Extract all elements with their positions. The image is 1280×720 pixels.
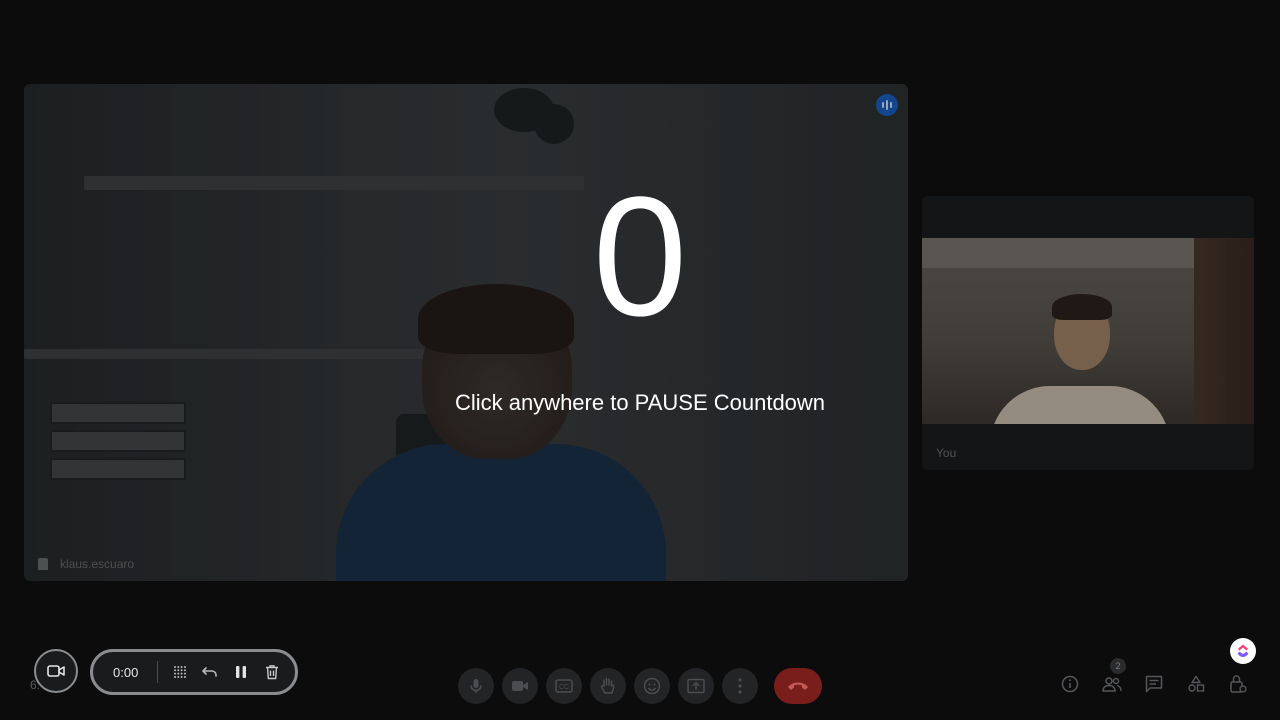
present-button[interactable] — [678, 668, 714, 704]
undo-button[interactable] — [202, 664, 218, 680]
self-body — [990, 386, 1170, 424]
side-panel-controls — [1058, 672, 1250, 696]
countdown-number[interactable]: 0 — [540, 172, 740, 342]
meeting-stage[interactable]: klaus.escuaro You 0 Click anywhere to PA… — [0, 0, 1280, 720]
meeting-info-button[interactable] — [1058, 672, 1082, 696]
speaking-icon — [876, 94, 898, 116]
emoji-button[interactable] — [634, 668, 670, 704]
video-dim — [24, 84, 908, 581]
countdown-hint[interactable]: Click anywhere to PAUSE Countdown — [340, 390, 940, 416]
chat-icon — [1145, 675, 1163, 693]
camera-icon — [47, 665, 65, 677]
captions-button[interactable]: CC — [546, 668, 582, 704]
extension-logo-icon — [1237, 644, 1249, 657]
info-icon — [1061, 675, 1079, 693]
self-video-tile[interactable]: You — [922, 196, 1254, 470]
bg-wall — [1194, 238, 1254, 424]
activities-button[interactable] — [1184, 672, 1208, 696]
host-controls-icon — [1230, 675, 1247, 693]
main-video-tile[interactable]: klaus.escuaro — [24, 84, 908, 581]
camera-button[interactable] — [502, 668, 538, 704]
chat-button[interactable] — [1142, 672, 1166, 696]
present-icon — [687, 678, 705, 694]
raise-hand-icon — [600, 677, 615, 694]
pause-icon — [236, 666, 247, 678]
undo-icon — [202, 667, 218, 677]
pin-icon[interactable] — [38, 558, 48, 570]
end-call-button[interactable] — [774, 668, 822, 704]
grid-icon — [173, 666, 186, 678]
camera-icon — [512, 681, 528, 691]
delete-button[interactable] — [264, 664, 280, 680]
captions-icon: CC — [555, 679, 573, 693]
recording-timer: 0:00 — [113, 664, 139, 680]
mic-button[interactable] — [458, 668, 494, 704]
clickup-icon[interactable] — [1230, 638, 1256, 664]
pause-button[interactable] — [233, 664, 249, 680]
meeting-controls: CC — [458, 668, 822, 704]
more-options-button[interactable] — [722, 668, 758, 704]
end-call-icon — [788, 682, 808, 690]
more-icon — [738, 678, 742, 694]
self-video — [922, 238, 1254, 424]
grid-button[interactable] — [172, 664, 188, 680]
self-label: You — [936, 446, 957, 460]
mic-icon — [470, 679, 482, 693]
trash-icon — [266, 665, 279, 680]
people-button[interactable] — [1100, 672, 1124, 696]
activities-icon — [1188, 675, 1205, 692]
participant-name: klaus.escuaro — [60, 557, 135, 571]
svg-text:CC: CC — [559, 684, 569, 691]
recorder-camera-button[interactable] — [34, 649, 78, 693]
emoji-icon — [643, 677, 661, 695]
host-controls-button[interactable] — [1226, 672, 1250, 696]
raise-hand-button[interactable] — [590, 668, 626, 704]
recorder-toolbar: 0:00 — [90, 649, 298, 695]
self-hair — [1052, 294, 1112, 320]
main-participant-label: klaus.escuaro — [38, 557, 134, 571]
people-icon — [1102, 677, 1122, 692]
divider — [156, 661, 158, 683]
